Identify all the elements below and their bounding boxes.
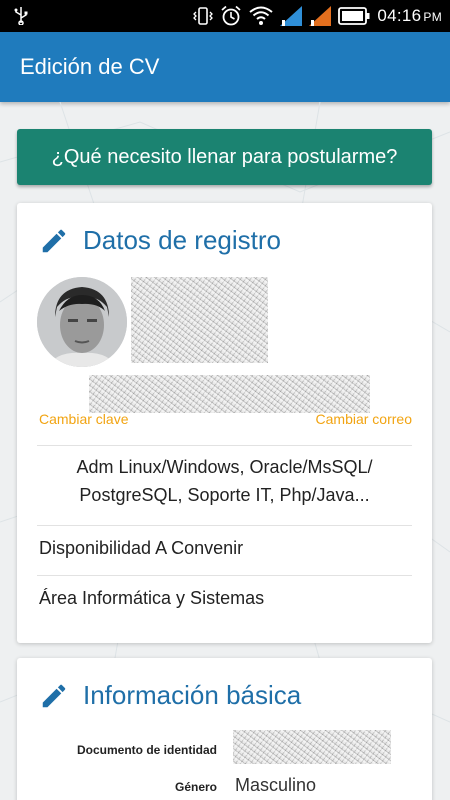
signal-icon — [280, 6, 303, 26]
redacted-email — [89, 375, 370, 413]
app-title: Edición de CV — [20, 54, 160, 79]
registration-title: Datos de registro — [83, 225, 281, 255]
battery-icon — [338, 7, 370, 25]
signal-icon — [309, 6, 332, 26]
app-bar: Edición de CV — [0, 32, 450, 102]
requirements-button-label: ¿Qué necesito llenar para postularme? — [51, 145, 398, 168]
redacted-name — [131, 277, 268, 363]
vibrate-icon — [193, 7, 214, 25]
redacted-id-document — [233, 730, 391, 764]
registration-header: Datos de registro — [39, 225, 281, 256]
status-bar: 04:16 PM — [0, 0, 450, 32]
usb-icon — [14, 7, 28, 25]
divider — [37, 445, 412, 446]
status-clock: 04:16 PM — [377, 6, 442, 25]
area-text[interactable]: Área Informática y Sistemas — [39, 588, 264, 609]
basic-info-card: Información básica Documento de identida… — [17, 658, 432, 800]
id-document-label: Documento de identidad — [76, 743, 217, 757]
gender-value: Masculino — [235, 775, 317, 795]
divider — [37, 525, 412, 526]
availability-text[interactable]: Disponibilidad A Convenir — [39, 538, 243, 559]
registration-card: Datos de registro Cambiar clave Cambiar … — [17, 203, 432, 643]
pencil-icon — [42, 229, 66, 252]
divider — [37, 575, 412, 576]
gender-label: Género — [174, 780, 217, 794]
alarm-icon — [221, 5, 241, 26]
requirements-button[interactable]: ¿Qué necesito llenar para postularme? — [17, 129, 432, 185]
change-email-link[interactable]: Cambiar correo — [316, 411, 412, 427]
skills-summary[interactable]: Adm Linux/Windows, Oracle/MsSQL/ Postgre… — [37, 453, 412, 509]
basic-info-title: Información básica — [83, 680, 302, 710]
basic-info-header: Información básica — [39, 680, 301, 711]
change-password-link[interactable]: Cambiar clave — [39, 411, 128, 427]
wifi-icon — [249, 6, 273, 25]
avatar[interactable] — [37, 277, 127, 367]
pencil-icon — [42, 684, 66, 707]
avatar-photo — [37, 277, 127, 367]
